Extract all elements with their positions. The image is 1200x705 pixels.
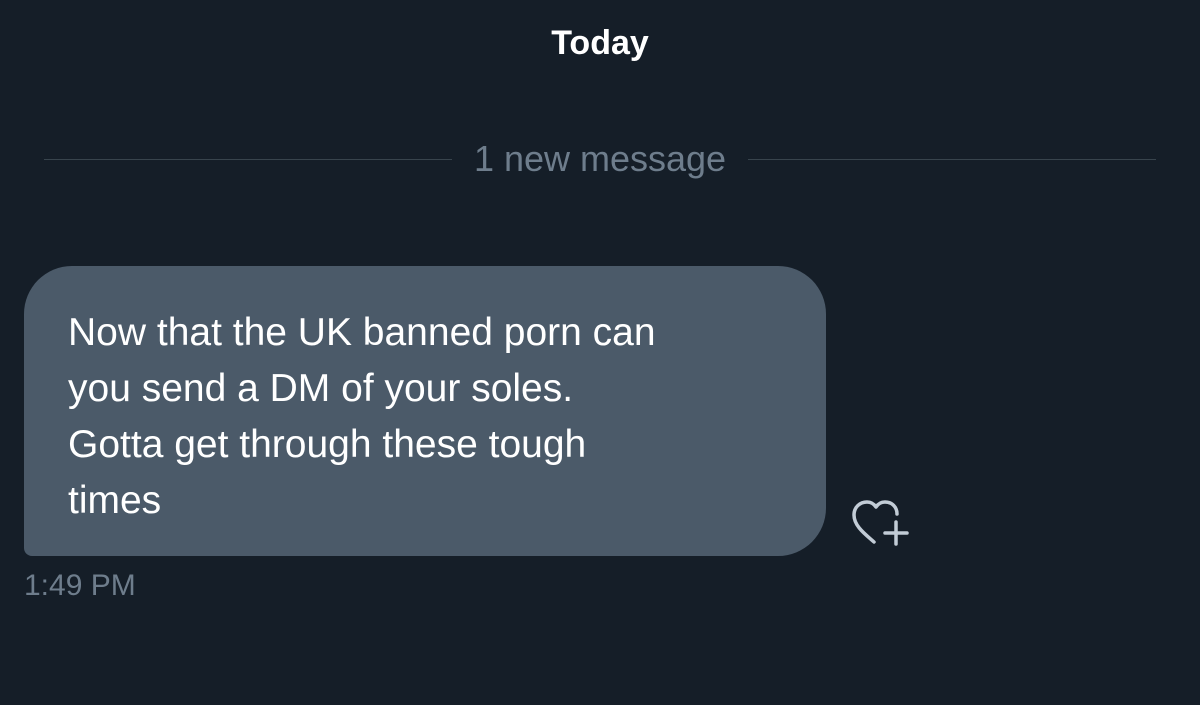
message-bubble[interactable]: Now that the UK banned porn can you send…: [24, 266, 826, 556]
divider-line-right: [748, 158, 1157, 160]
message-timestamp: 1:49 PM: [24, 569, 136, 602]
add-reaction-button[interactable]: [850, 496, 914, 552]
heart-plus-icon: [852, 500, 909, 546]
new-message-divider: 1 new message: [44, 134, 1157, 184]
divider-line-left: [44, 158, 452, 160]
date-heading: Today: [551, 24, 649, 62]
new-message-label: 1 new message: [473, 138, 727, 179]
dm-conversation-view: Today 1 new message Now that the UK bann…: [0, 0, 1200, 705]
message-text: Now that the UK banned porn can you send…: [68, 311, 656, 522]
